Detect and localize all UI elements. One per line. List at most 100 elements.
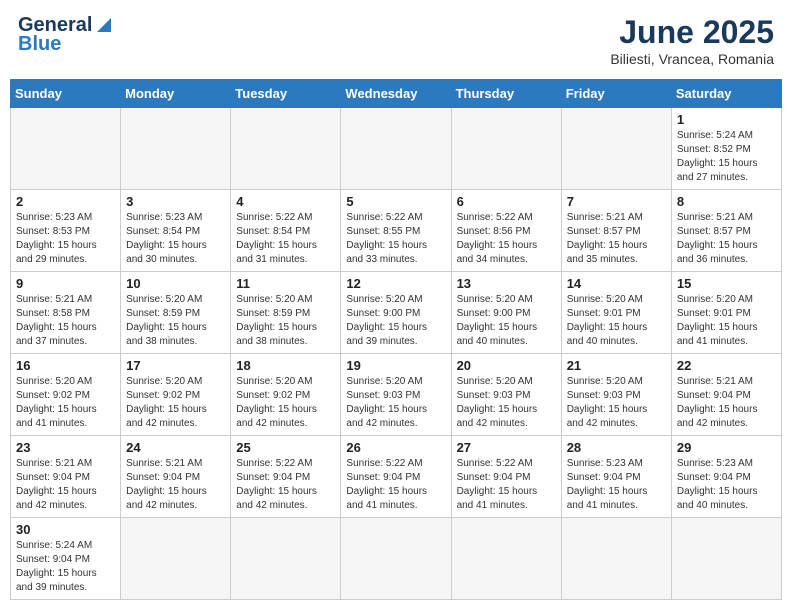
- table-row: 6 Sunrise: 5:22 AMSunset: 8:56 PMDaylight…: [451, 190, 561, 272]
- day-number: 6: [457, 194, 556, 209]
- day-number: 14: [567, 276, 666, 291]
- day-number: 23: [16, 440, 115, 455]
- table-row: [121, 518, 231, 600]
- day-number: 17: [126, 358, 225, 373]
- table-row: 21Sunrise: 5:20 AMSunset: 9:03 PMDayligh…: [561, 354, 671, 436]
- day-info: Sunrise: 5:20 AMSunset: 9:00 PMDaylight:…: [457, 293, 556, 349]
- table-row: 13Sunrise: 5:20 AMSunset: 9:00 PMDayligh…: [451, 272, 561, 354]
- day-info: Sunrise: 5:21 AMSunset: 8:57 PMDaylight:…: [677, 211, 776, 267]
- day-number: 28: [567, 440, 666, 455]
- table-row: 15 Sunrise: 5:20 AMSunset: 9:01 PMDayligh…: [671, 272, 781, 354]
- logo: General Blue: [18, 14, 111, 56]
- day-info: Sunrise: 5:22 AMSunset: 9:04 PMDaylight:…: [346, 457, 445, 513]
- day-info: Sunrise: 5:22 AMSunset: 8:55 PMDaylight:…: [346, 211, 445, 267]
- day-info: Sunrise: 5:22 AMSunset: 9:04 PMDaylight:…: [457, 457, 556, 513]
- table-row: 20Sunrise: 5:20 AMSunset: 9:03 PMDayligh…: [451, 354, 561, 436]
- day-number: 26: [346, 440, 445, 455]
- calendar-row: 23 Sunrise: 5:21 AMSunset: 9:04 PMDayligh…: [11, 436, 782, 518]
- table-row: 3 Sunrise: 5:23 AMSunset: 8:54 PMDaylight…: [121, 190, 231, 272]
- table-row: [671, 518, 781, 600]
- day-number: 29: [677, 440, 776, 455]
- day-number: 5: [346, 194, 445, 209]
- col-monday: Monday: [121, 80, 231, 108]
- day-info: Sunrise: 5:23 AMSunset: 8:53 PMDaylight:…: [16, 211, 115, 267]
- table-row: [231, 518, 341, 600]
- table-row: 18Sunrise: 5:20 AMSunset: 9:02 PMDayligh…: [231, 354, 341, 436]
- day-info: Sunrise: 5:20 AMSunset: 8:59 PMDaylight:…: [236, 293, 335, 349]
- calendar-row: 30 Sunrise: 5:24 AMSunset: 9:04 PMDayligh…: [11, 518, 782, 600]
- table-row: 19Sunrise: 5:20 AMSunset: 9:03 PMDayligh…: [341, 354, 451, 436]
- calendar-row: 16 Sunrise: 5:20 AMSunset: 9:02 PMDayligh…: [11, 354, 782, 436]
- day-info: Sunrise: 5:21 AMSunset: 9:04 PMDaylight:…: [126, 457, 225, 513]
- table-row: [341, 108, 451, 190]
- table-row: 5 Sunrise: 5:22 AMSunset: 8:55 PMDaylight…: [341, 190, 451, 272]
- day-info: Sunrise: 5:23 AMSunset: 8:54 PMDaylight:…: [126, 211, 225, 267]
- table-row: 24Sunrise: 5:21 AMSunset: 9:04 PMDayligh…: [121, 436, 231, 518]
- table-row: 30 Sunrise: 5:24 AMSunset: 9:04 PMDayligh…: [11, 518, 121, 600]
- day-number: 10: [126, 276, 225, 291]
- day-info: Sunrise: 5:20 AMSunset: 9:01 PMDaylight:…: [567, 293, 666, 349]
- table-row: 4 Sunrise: 5:22 AMSunset: 8:54 PMDaylight…: [231, 190, 341, 272]
- table-row: 27 Sunrise: 5:22 AMSunset: 9:04 PMDayligh…: [451, 436, 561, 518]
- logo-triangle-icon: [93, 16, 111, 34]
- day-info: Sunrise: 5:23 AMSunset: 9:04 PMDaylight:…: [567, 457, 666, 513]
- table-row: 25Sunrise: 5:22 AMSunset: 9:04 PMDayligh…: [231, 436, 341, 518]
- day-number: 4: [236, 194, 335, 209]
- day-number: 18: [236, 358, 335, 373]
- calendar-table: Sunday Monday Tuesday Wednesday Thursday…: [10, 79, 782, 600]
- table-row: 17 Sunrise: 5:20 AMSunset: 9:02 PMDayligh…: [121, 354, 231, 436]
- day-info: Sunrise: 5:21 AMSunset: 9:04 PMDaylight:…: [677, 375, 776, 431]
- table-row: [121, 108, 231, 190]
- table-row: 26 Sunrise: 5:22 AMSunset: 9:04 PMDayligh…: [341, 436, 451, 518]
- day-number: 27: [457, 440, 556, 455]
- month-title: June 2025: [610, 14, 774, 51]
- day-number: 15: [677, 276, 776, 291]
- col-sunday: Sunday: [11, 80, 121, 108]
- table-row: 29Sunrise: 5:23 AMSunset: 9:04 PMDayligh…: [671, 436, 781, 518]
- day-number: 2: [16, 194, 115, 209]
- day-info: Sunrise: 5:22 AMSunset: 8:56 PMDaylight:…: [457, 211, 556, 267]
- title-block: June 2025 Biliesti, Vrancea, Romania: [610, 14, 774, 67]
- table-row: [231, 108, 341, 190]
- table-row: [451, 108, 561, 190]
- logo-blue: Blue: [18, 33, 61, 56]
- day-info: Sunrise: 5:20 AMSunset: 9:02 PMDaylight:…: [16, 375, 115, 431]
- table-row: 9 Sunrise: 5:21 AMSunset: 8:58 PMDaylight…: [11, 272, 121, 354]
- table-row: 12 Sunrise: 5:20 AMSunset: 9:00 PMDayligh…: [341, 272, 451, 354]
- table-row: 11 Sunrise: 5:20 AMSunset: 8:59 PMDayligh…: [231, 272, 341, 354]
- calendar-row: 2 Sunrise: 5:23 AMSunset: 8:53 PMDaylight…: [11, 190, 782, 272]
- table-row: [451, 518, 561, 600]
- day-number: 20: [457, 358, 556, 373]
- day-number: 3: [126, 194, 225, 209]
- table-row: 16 Sunrise: 5:20 AMSunset: 9:02 PMDayligh…: [11, 354, 121, 436]
- day-info: Sunrise: 5:20 AMSunset: 9:01 PMDaylight:…: [677, 293, 776, 349]
- day-info: Sunrise: 5:24 AMSunset: 9:04 PMDaylight:…: [16, 539, 115, 595]
- calendar-row: 1Sunrise: 5:24 AMSunset: 8:52 PMDaylight…: [11, 108, 782, 190]
- day-number: 30: [16, 522, 115, 537]
- day-info: Sunrise: 5:24 AMSunset: 8:52 PMDaylight:…: [677, 129, 776, 185]
- col-friday: Friday: [561, 80, 671, 108]
- table-row: 23 Sunrise: 5:21 AMSunset: 9:04 PMDayligh…: [11, 436, 121, 518]
- day-number: 11: [236, 276, 335, 291]
- table-row: [11, 108, 121, 190]
- day-info: Sunrise: 5:20 AMSunset: 8:59 PMDaylight:…: [126, 293, 225, 349]
- day-info: Sunrise: 5:22 AMSunset: 8:54 PMDaylight:…: [236, 211, 335, 267]
- day-info: Sunrise: 5:21 AMSunset: 8:58 PMDaylight:…: [16, 293, 115, 349]
- day-number: 16: [16, 358, 115, 373]
- location: Biliesti, Vrancea, Romania: [610, 51, 774, 67]
- day-info: Sunrise: 5:21 AMSunset: 9:04 PMDaylight:…: [16, 457, 115, 513]
- day-info: Sunrise: 5:20 AMSunset: 9:02 PMDaylight:…: [126, 375, 225, 431]
- day-info: Sunrise: 5:20 AMSunset: 9:00 PMDaylight:…: [346, 293, 445, 349]
- day-number: 19: [346, 358, 445, 373]
- day-info: Sunrise: 5:21 AMSunset: 8:57 PMDaylight:…: [567, 211, 666, 267]
- table-row: 2 Sunrise: 5:23 AMSunset: 8:53 PMDaylight…: [11, 190, 121, 272]
- table-row: 14 Sunrise: 5:20 AMSunset: 9:01 PMDayligh…: [561, 272, 671, 354]
- day-number: 12: [346, 276, 445, 291]
- page-header: General Blue June 2025 Biliesti, Vrancea…: [10, 10, 782, 71]
- col-wednesday: Wednesday: [341, 80, 451, 108]
- day-info: Sunrise: 5:20 AMSunset: 9:03 PMDaylight:…: [567, 375, 666, 431]
- day-number: 8: [677, 194, 776, 209]
- table-row: 8 Sunrise: 5:21 AMSunset: 8:57 PMDaylight…: [671, 190, 781, 272]
- table-row: 22Sunrise: 5:21 AMSunset: 9:04 PMDayligh…: [671, 354, 781, 436]
- day-number: 9: [16, 276, 115, 291]
